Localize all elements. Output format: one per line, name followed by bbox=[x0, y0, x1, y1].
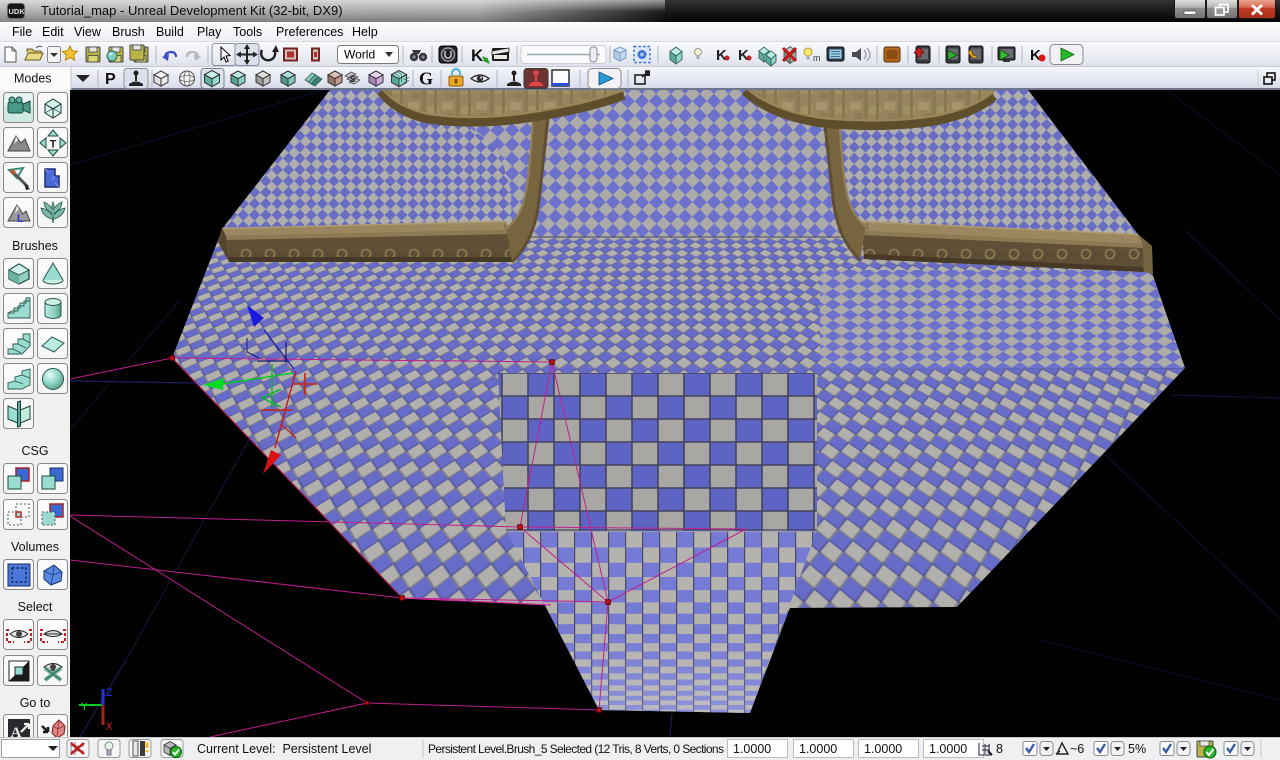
svg-text:Volumes: Volumes bbox=[11, 540, 59, 554]
svg-text:1.0000: 1.0000 bbox=[733, 742, 771, 756]
svg-text:K: K bbox=[471, 46, 484, 65]
svg-text:P: P bbox=[105, 71, 116, 88]
svg-text:~6: ~6 bbox=[1070, 742, 1084, 756]
svg-text:5%: 5% bbox=[1128, 742, 1146, 756]
svg-text:Y: Y bbox=[81, 702, 88, 714]
svg-text:1.0000: 1.0000 bbox=[864, 742, 902, 756]
svg-text:CSG: CSG bbox=[21, 444, 48, 458]
svg-text:Modes: Modes bbox=[14, 72, 52, 86]
svg-text:G: G bbox=[419, 69, 433, 89]
svg-text:Select: Select bbox=[18, 600, 53, 614]
svg-text:K: K bbox=[738, 47, 749, 64]
svg-text:S: S bbox=[350, 75, 356, 84]
svg-text:K: K bbox=[1030, 47, 1041, 64]
svg-text:Persistent Level.Brush_5 Selec: Persistent Level.Brush_5 Selected (12 Tr… bbox=[428, 742, 724, 756]
svg-text:Go to: Go to bbox=[20, 696, 51, 710]
svg-text:A: A bbox=[11, 725, 22, 737]
svg-text:Z: Z bbox=[106, 688, 113, 700]
svg-text:UDK: UDK bbox=[9, 7, 26, 16]
svg-text:K: K bbox=[716, 47, 727, 64]
svg-text:World: World bbox=[344, 48, 375, 62]
svg-text:8: 8 bbox=[996, 742, 1003, 756]
svg-text:L: L bbox=[17, 213, 24, 225]
svg-text:m: m bbox=[813, 53, 821, 63]
svg-text:1.0000: 1.0000 bbox=[799, 742, 837, 756]
svg-text:1.0000: 1.0000 bbox=[929, 742, 967, 756]
svg-text:Current Level: Persistent Lev: Current Level: Persistent Level bbox=[197, 742, 371, 756]
svg-text:X: X bbox=[106, 722, 113, 734]
svg-text:Brushes: Brushes bbox=[12, 239, 58, 253]
svg-text:T: T bbox=[50, 139, 57, 151]
